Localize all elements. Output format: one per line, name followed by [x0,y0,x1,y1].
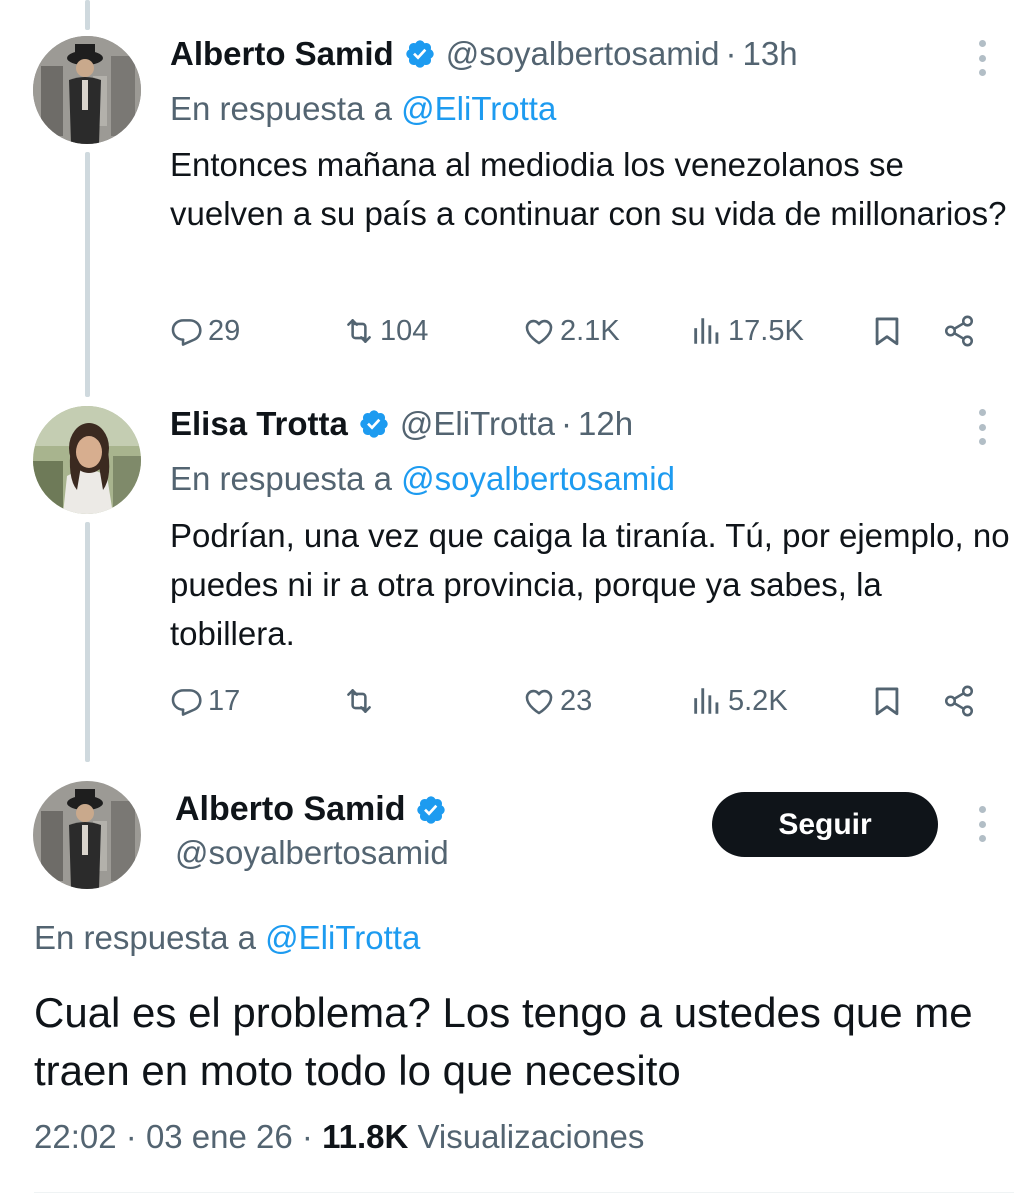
reply-to-link[interactable]: @EliTrotta [401,90,556,127]
thread-line-top [85,0,90,30]
reply-context: En respuesta a @EliTrotta [170,89,556,129]
views-button[interactable]: 5.2K [690,681,788,721]
avatar[interactable] [33,406,141,514]
separator: · [301,1118,313,1155]
reply-icon [170,684,204,718]
reply-prefix: En respuesta a [170,90,402,127]
reply-to-link[interactable]: @EliTrotta [265,919,420,956]
reply-prefix: En respuesta a [170,460,402,497]
views-count: 5.2K [728,684,788,717]
bookmark-button[interactable] [870,681,908,721]
separator: · [561,405,573,442]
display-name[interactable]: Elisa Trotta [170,404,348,444]
repost-count: 104 [380,314,429,347]
divider [34,1192,1014,1193]
more-icon[interactable] [972,409,992,445]
reply-context: En respuesta a @soyalbertosamid [170,459,675,499]
display-name[interactable]: Alberto Samid [170,34,394,74]
like-icon [522,314,556,348]
views-count: 17.5K [728,314,804,347]
verified-badge-icon [415,794,447,826]
separator: · [725,35,737,72]
reply-to-link[interactable]: @soyalbertosamid [401,460,675,497]
separator: · [125,1118,137,1155]
like-icon [522,684,556,718]
follow-button[interactable]: Seguir [712,792,938,857]
like-button[interactable]: 23 [522,681,592,721]
views-icon [690,684,724,718]
like-count: 23 [560,684,593,717]
reply-context: En respuesta a @EliTrotta [34,918,420,958]
verified-badge-icon [358,408,390,440]
like-count: 2.1K [560,314,620,347]
reply-count: 29 [208,314,241,347]
share-icon [942,314,976,348]
thread-line-2 [85,522,90,762]
user-handle[interactable]: @soyalbertosamid [175,834,449,872]
share-button[interactable] [942,681,980,721]
views-count[interactable]: 11.8K [322,1118,408,1155]
repost-icon [342,314,376,348]
more-icon[interactable] [972,40,992,76]
tweet-header: Alberto Samid @soyalbertosamid · 13h [170,34,798,74]
user-handle[interactable]: @EliTrotta [400,404,555,444]
display-name[interactable]: Alberto Samid [175,790,405,829]
bookmark-icon [870,314,904,348]
reply-count: 17 [208,684,241,717]
reply-button[interactable]: 17 [170,681,240,721]
tweet-date[interactable]: 03 ene 26 [146,1118,293,1155]
reply-button[interactable]: 29 [170,311,240,351]
tweet-time[interactable]: 22:02 [34,1118,117,1155]
tweet-actions: 17 23 5.2K [170,681,990,721]
bookmark-button[interactable] [870,311,908,351]
tweet-header: Elisa Trotta @EliTrotta · 12h [170,404,633,444]
views-button[interactable]: 17.5K [690,311,804,351]
tweet-text: Podrían, una vez que caiga la tiranía. T… [170,517,1010,652]
repost-icon [342,684,376,718]
tweet-actions: 29 104 2.1K 17.5K [170,311,990,351]
repost-button[interactable] [342,681,380,721]
avatar[interactable] [33,781,141,889]
reply-prefix: En respuesta a [34,919,266,956]
reply-icon [170,314,204,348]
share-button[interactable] [942,311,980,351]
tweet-meta: 22:02 · 03 ene 26 · 11.8K Visualizacione… [34,1117,644,1157]
verified-badge-icon [404,38,436,70]
main-tweet-text: Cual es el problema? Los tengo a ustedes… [34,989,973,1094]
avatar[interactable] [33,36,141,144]
timestamp[interactable]: 12h [578,404,633,444]
timestamp[interactable]: 13h [742,34,797,74]
tweet-text: Entonces mañana al mediodia los venezola… [170,146,1007,232]
views-label: Visualizaciones [417,1118,645,1155]
bookmark-icon [870,684,904,718]
like-button[interactable]: 2.1K [522,311,620,351]
user-handle[interactable]: @soyalbertosamid [446,34,720,74]
thread-line-1 [85,152,90,397]
repost-button[interactable]: 104 [342,311,428,351]
more-icon[interactable] [972,806,992,842]
main-display-name: Alberto Samid [175,790,457,829]
views-icon [690,314,724,348]
share-icon [942,684,976,718]
